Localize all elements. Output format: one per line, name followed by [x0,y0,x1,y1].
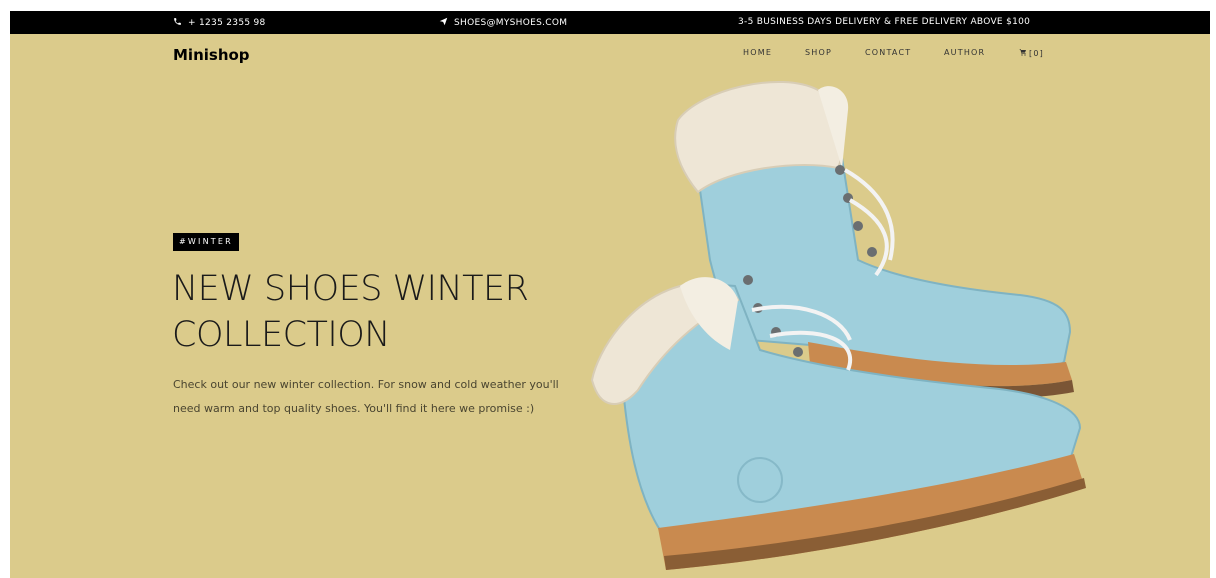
phone-icon [173,17,182,29]
brand-logo[interactable]: Minishop [173,46,250,64]
hero-section: Minishop HOME SHOP CONTACT AUTHOR [0] #W… [10,34,1210,578]
paper-plane-icon [439,17,448,29]
email-address: SHOES@MYSHOES.COM [454,18,568,28]
winter-boots-image [590,81,1086,570]
email-contact[interactable]: SHOES@MYSHOES.COM [439,17,567,29]
hero-description: Check out our new winter collection. For… [173,373,573,421]
hero-headline: NEW SHOES WINTER COLLECTION [172,266,612,358]
phone-number: + 1235 2355 98 [188,18,266,28]
top-info-bar: + 1235 2355 98 SHOES@MYSHOES.COM 3-5 BUS… [10,11,1210,34]
headline-line-1: NEW SHOES WINTER [172,269,529,309]
description-line-2: need warm and top quality shoes. You'll … [173,402,535,415]
headline-line-2: COLLECTION [172,315,390,355]
phone-contact[interactable]: + 1235 2355 98 [173,17,266,29]
description-line-1: Check out our new winter collection. For… [173,378,559,391]
delivery-text: 3-5 BUSINESS DAYS DELIVERY & FREE DELIVE… [738,17,1031,27]
delivery-notice: 3-5 BUSINESS DAYS DELIVERY & FREE DELIVE… [738,17,1030,27]
season-tag: #WINTER [173,233,239,251]
page: + 1235 2355 98 SHOES@MYSHOES.COM 3-5 BUS… [0,0,1216,578]
